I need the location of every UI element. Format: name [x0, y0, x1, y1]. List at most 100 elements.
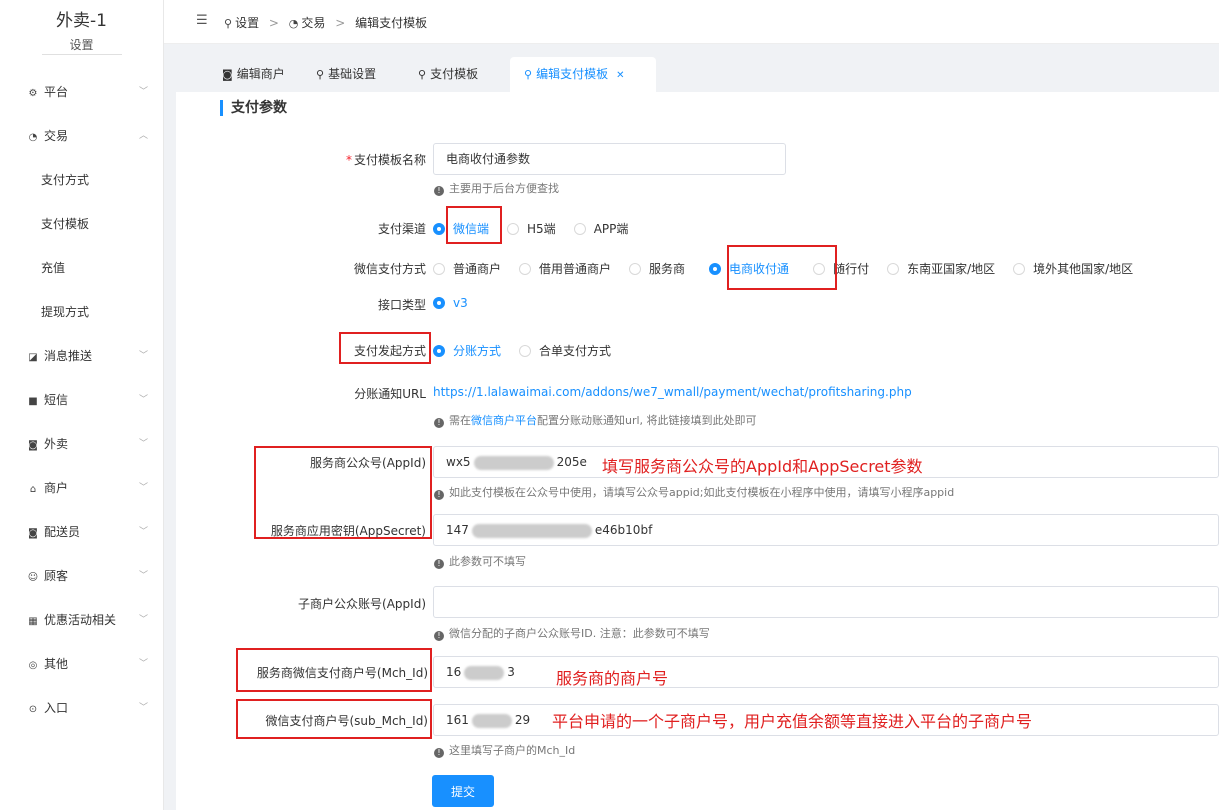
settings-icon: ⚲: [524, 68, 533, 81]
sidebar-item-courier[interactable]: ◙ 配送员 ﹀: [0, 510, 164, 554]
radio-h5[interactable]: H5端: [507, 220, 556, 237]
radio-dot: [519, 263, 532, 275]
sidebar-subitem-pay-method[interactable]: 支付方式: [0, 158, 164, 202]
sidebar-item-message-push[interactable]: ◪ 消息推送 ﹀: [0, 334, 164, 378]
close-icon[interactable]: ✕: [616, 70, 624, 81]
breadcrumb-item[interactable]: 交易: [301, 16, 325, 30]
sub-mchid-hint: ! 这里填写子商户的Mch_Id: [434, 742, 575, 758]
topbar: ☰ ⚲ 设置 > ◔ 交易 > 编辑支付模板: [164, 0, 1219, 44]
radio-label: 东南亚国家/地区: [907, 262, 996, 276]
radio-southeast-asia[interactable]: 东南亚国家/地区: [887, 260, 995, 277]
menu-fold-icon[interactable]: ☰: [196, 13, 208, 28]
sp-secret-label: 服务商应用密钥(AppSecret): [270, 524, 426, 538]
radio-dot: [1013, 263, 1026, 275]
radio-app[interactable]: APP端: [573, 220, 628, 237]
sms-icon: ■: [28, 396, 38, 407]
value-end: 205e: [556, 455, 587, 469]
sidebar-item-customer[interactable]: ☺ 顾客 ﹀: [0, 554, 164, 598]
radio-borrow-merchant[interactable]: 借用普通商户: [519, 260, 611, 277]
sidebar-item-trade[interactable]: ◔ 交易 ︿: [0, 114, 164, 158]
template-name-input[interactable]: 电商收付通参数: [433, 143, 786, 175]
initiate-method-radio-group: 分账方式 合单支付方式: [433, 342, 629, 359]
radio-dot: [573, 223, 586, 235]
tab-label: 编辑商户: [236, 67, 285, 81]
annotation-mchid: 服务商的商户号: [556, 669, 669, 688]
sidebar-item-other[interactable]: ◎ 其他 ﹀: [0, 642, 164, 686]
brand-title: 外卖-1: [56, 11, 107, 31]
sp-mchid-input[interactable]: 16 3: [433, 656, 1219, 688]
sidebar-item-sms[interactable]: ■ 短信 ﹀: [0, 378, 164, 422]
radio-label: 普通商户: [453, 262, 502, 276]
merchant-icon: ◙: [222, 68, 233, 81]
sp-secret-input[interactable]: 147 e46b10bf: [433, 514, 1219, 546]
radio-profit-sharing[interactable]: 分账方式: [433, 342, 501, 359]
tab-edit-pay-template[interactable]: ⚲ 编辑支付模板 ✕: [510, 57, 656, 92]
tab-basic-settings[interactable]: ⚲ 基础设置: [302, 57, 390, 92]
store-icon: ⌂: [29, 484, 37, 495]
redacted-mask: [471, 523, 592, 538]
settings-icon: ⚲: [418, 68, 427, 81]
radio-dot: [519, 345, 532, 357]
wechat-method-label: 微信支付方式: [353, 262, 426, 276]
highlight-box: [446, 206, 502, 244]
hint-text: 主要用于后台方便查找: [449, 182, 559, 195]
profit-url-hint: ! 需在微信商户平台配置分账动账通知url, 将此链接填到此处即可: [434, 412, 757, 428]
chevron-up-icon: ︿: [138, 131, 148, 141]
chevron-down-icon: ﹀: [138, 615, 148, 625]
tab-label: 支付模板: [430, 67, 479, 81]
sidebar-subitem-recharge[interactable]: 充值: [0, 246, 164, 290]
submit-button[interactable]: 提交: [432, 775, 494, 807]
main-content: 支付参数 * 支付模板名称 电商收付通参数 ! 主要用于后台方便查找 支付渠道 微信…: [176, 92, 1219, 810]
radio-dot: [709, 263, 722, 275]
value-start: wx5: [446, 455, 471, 469]
sp-appid-hint: ! 如此支付模板在公众号中使用，请填写公众号appid;如此支付模板在小程序中使用…: [434, 484, 954, 500]
template-name-hint: ! 主要用于后台方便查找: [434, 180, 559, 196]
radio-label: 随行付: [833, 262, 870, 276]
value-start: 147: [446, 523, 469, 537]
value-start: 161: [446, 713, 469, 727]
radio-dot: [433, 345, 445, 357]
sidebar-item-label: 外卖: [44, 437, 69, 451]
tab-label: 编辑支付模板: [536, 67, 609, 81]
sidebar-item-label: 短信: [44, 393, 69, 407]
sidebar-menu: ⚙ 平台 ﹀ ◔ 交易 ︿ 支付方式 支付模板 充值 提现方式 ◪ 消息推送 ﹀ ■ 短…: [0, 70, 164, 730]
radio-combined-pay[interactable]: 合单支付方式: [519, 342, 611, 359]
breadcrumb-separator: >: [268, 16, 279, 30]
radio-service-provider[interactable]: 服务商: [629, 260, 685, 277]
hint-text: 这里填写子商户的Mch_Id: [449, 744, 576, 757]
sidebar-item-merchant[interactable]: ⌂ 商户 ﹀: [0, 466, 164, 510]
radio-label: 服务商: [649, 262, 686, 276]
other-icon: ◎: [28, 660, 38, 671]
sidebar-item-platform[interactable]: ⚙ 平台 ﹀: [0, 70, 164, 114]
info-icon: !: [434, 559, 444, 569]
sidebar-item-promotion[interactable]: ▦ 优惠活动相关 ﹀: [0, 598, 164, 642]
breadcrumb-item[interactable]: 设置: [235, 16, 259, 30]
wechat-merchant-platform-link[interactable]: 微信商户平台: [471, 414, 537, 427]
brand-divider: [41, 54, 122, 55]
chevron-down-icon: ﹀: [138, 571, 148, 581]
info-icon: !: [434, 490, 444, 500]
radio-dot: [629, 263, 642, 275]
radio-v3[interactable]: v3: [433, 296, 468, 310]
hint-text: 配置分账动账通知url, 将此链接填到此处即可: [537, 414, 757, 427]
tab-edit-merchant[interactable]: ◙ 编辑商户: [208, 57, 299, 92]
radio-overseas[interactable]: 境外其他国家/地区: [1013, 260, 1133, 277]
gift-icon: ▦: [28, 616, 38, 627]
sp-appid-label: 服务商公众号(AppId): [310, 456, 426, 470]
sidebar-item-entry[interactable]: ⊙ 入口 ﹀: [0, 686, 164, 730]
radio-dot: [433, 297, 445, 309]
sidebar-item-label: 交易: [44, 129, 69, 143]
sidebar-item-takeout[interactable]: ◙ 外卖 ﹀: [0, 422, 164, 466]
profit-url-label: 分账通知URL: [354, 387, 426, 401]
radio-label: H5端: [527, 222, 556, 236]
template-name-label: * 支付模板名称: [266, 151, 426, 168]
sidebar-subitem-withdraw[interactable]: 提现方式: [0, 290, 164, 334]
radio-normal-merchant[interactable]: 普通商户: [433, 260, 501, 277]
sidebar-item-label: 平台: [44, 85, 69, 99]
chevron-down-icon: ﹀: [138, 351, 148, 361]
courier-icon: ◙: [28, 528, 38, 539]
tab-pay-template[interactable]: ⚲ 支付模板: [404, 57, 492, 92]
sub-appid-label: 子商户公众账号(AppId): [298, 597, 426, 611]
sub-appid-input[interactable]: [433, 586, 1219, 618]
sidebar-subitem-pay-template[interactable]: 支付模板: [0, 202, 164, 246]
